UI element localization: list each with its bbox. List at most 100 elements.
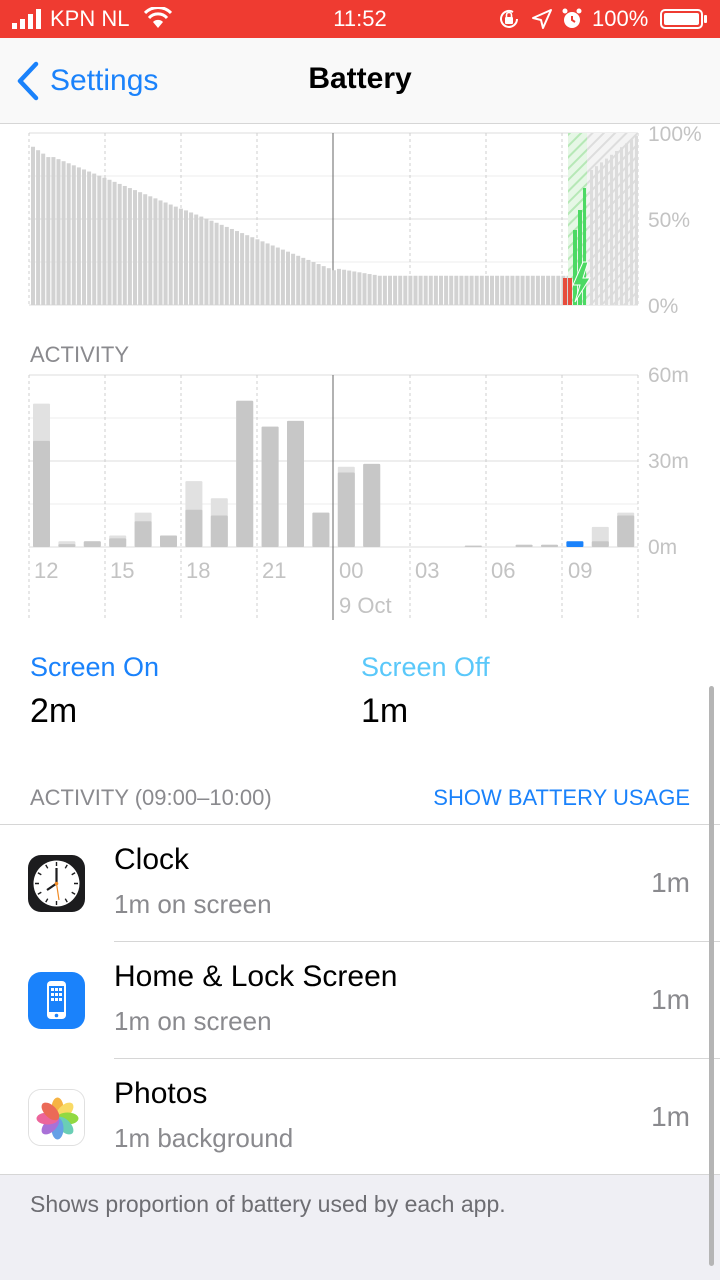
app-row-photos[interactable]: Photos 1m background 1m	[0, 1059, 720, 1176]
battery-level-bar	[495, 275, 500, 305]
battery-level-bar	[428, 275, 433, 305]
battery-level-chart: 100% 50% 0%	[28, 126, 702, 316]
battery-level-bar	[490, 275, 494, 305]
battery-level-bar	[515, 275, 520, 305]
battery-level-bar	[265, 243, 270, 305]
battery-level-bar	[408, 275, 413, 305]
footer: Shows proportion of battery used by each…	[0, 1174, 720, 1280]
battery-level-bar	[189, 212, 194, 305]
battery-level-bar	[357, 272, 362, 305]
battery-level-bar	[97, 175, 102, 305]
battery-level-bar	[153, 198, 158, 305]
battery-level-bar	[173, 206, 178, 305]
battery-level-bar	[82, 169, 86, 305]
activity-axis-label-60m: 60m	[648, 364, 689, 387]
battery-level-bar	[316, 264, 321, 305]
battery-level-bar	[311, 262, 316, 305]
screen-on-bar	[464, 545, 482, 547]
projected-bar	[595, 166, 598, 305]
battery-level-bar	[107, 179, 112, 305]
battery-level-bar	[158, 200, 163, 305]
battery-level-bar	[372, 274, 377, 305]
low-battery-bar	[563, 278, 567, 305]
battery-percentage: 100%	[592, 6, 649, 31]
app-name: Clock	[114, 843, 190, 876]
time-label-12: 12	[34, 558, 58, 583]
battery-level-bar	[510, 275, 515, 305]
screen-on-bar	[236, 400, 254, 547]
screen-on-bar	[160, 535, 177, 547]
battery-level-bar	[484, 275, 489, 305]
battery-level-bar	[122, 185, 127, 305]
battery-axis-label-100: 100%	[648, 126, 702, 146]
screen-on-label: Screen On	[30, 652, 160, 682]
battery-level-bar	[245, 235, 250, 305]
app-time: 1m	[651, 1101, 690, 1132]
projected-bar	[615, 150, 618, 305]
screen-on-bar	[312, 512, 330, 547]
time-label-15: 15	[110, 558, 134, 583]
app-row-clock[interactable]: Clock 1m on screen 1m	[0, 825, 720, 942]
battery-level-bar	[388, 275, 392, 305]
status-bar: KPN NL 11:52 100%	[0, 0, 720, 38]
battery-level-bar	[403, 275, 408, 305]
projected-bar	[635, 135, 638, 305]
battery-level-bar	[168, 204, 173, 305]
battery-level-bar	[260, 241, 265, 305]
screen-on-bar	[337, 472, 355, 547]
battery-level-bar	[393, 275, 398, 305]
phone-icon	[28, 972, 85, 1029]
battery-level-bar	[76, 167, 81, 305]
activity-axis-label-0m: 0m	[648, 536, 677, 559]
battery-level-bar	[331, 270, 336, 305]
battery-level-bar	[235, 231, 239, 305]
alarm-icon	[562, 8, 582, 28]
battery-level-bar	[505, 275, 510, 305]
battery-level-bar	[270, 245, 275, 305]
orientation-lock-icon	[500, 9, 518, 28]
projected-bar	[620, 147, 623, 305]
battery-level-bar	[117, 183, 122, 305]
battery-level-bar	[46, 157, 51, 305]
battery-level-bar	[66, 163, 71, 305]
app-detail: 1m on screen	[114, 1006, 272, 1036]
battery-level-bar	[194, 214, 199, 305]
app-detail: 1m background	[114, 1123, 294, 1153]
battery-level-bar	[275, 247, 280, 305]
battery-level-bar	[479, 275, 484, 305]
battery-level-bar	[535, 275, 540, 305]
screen-on-bar	[185, 509, 203, 547]
battery-level-bar	[301, 257, 306, 305]
battery-level-bar	[286, 251, 290, 305]
screen-on-bar	[617, 515, 635, 547]
battery-level-bar	[31, 146, 35, 305]
show-battery-usage-button[interactable]: SHOW BATTERY USAGE	[433, 785, 690, 811]
screen-on-bar	[261, 426, 279, 547]
app-time: 1m	[651, 867, 690, 898]
battery-level-bar	[326, 268, 331, 305]
battery-level-bar	[525, 275, 530, 305]
time-label-03: 03	[415, 558, 439, 583]
screen-off-label: Screen Off	[361, 652, 490, 682]
projected-bar	[600, 162, 603, 305]
battery-level-bar	[342, 269, 347, 305]
screen-on-bar	[566, 541, 584, 547]
projected-bar	[610, 154, 613, 305]
battery-level-bar	[102, 177, 107, 305]
photos-icon	[28, 1089, 85, 1146]
screen-on-bar	[33, 440, 50, 547]
battery-level-bar	[347, 270, 352, 305]
battery-level-bar	[454, 275, 459, 305]
app-row-home-lock-screen[interactable]: Home & Lock Screen 1m on screen 1m	[0, 942, 720, 1059]
screen-on-bar	[515, 544, 533, 547]
activity-chart: 60m 30m 0m 12 15 18 21 00 03 06 09 9 Oct	[28, 364, 689, 620]
battery-level-bar	[398, 275, 403, 305]
battery-level-bar	[439, 275, 443, 305]
battery-level-bar	[459, 275, 464, 305]
battery-level-bar	[546, 275, 551, 305]
screen-on-bar	[210, 515, 228, 547]
battery-level-bar	[474, 275, 479, 305]
activity-axis-label-30m: 30m	[648, 450, 689, 473]
battery-level-bar	[352, 271, 357, 305]
battery-level-bar	[112, 181, 117, 305]
